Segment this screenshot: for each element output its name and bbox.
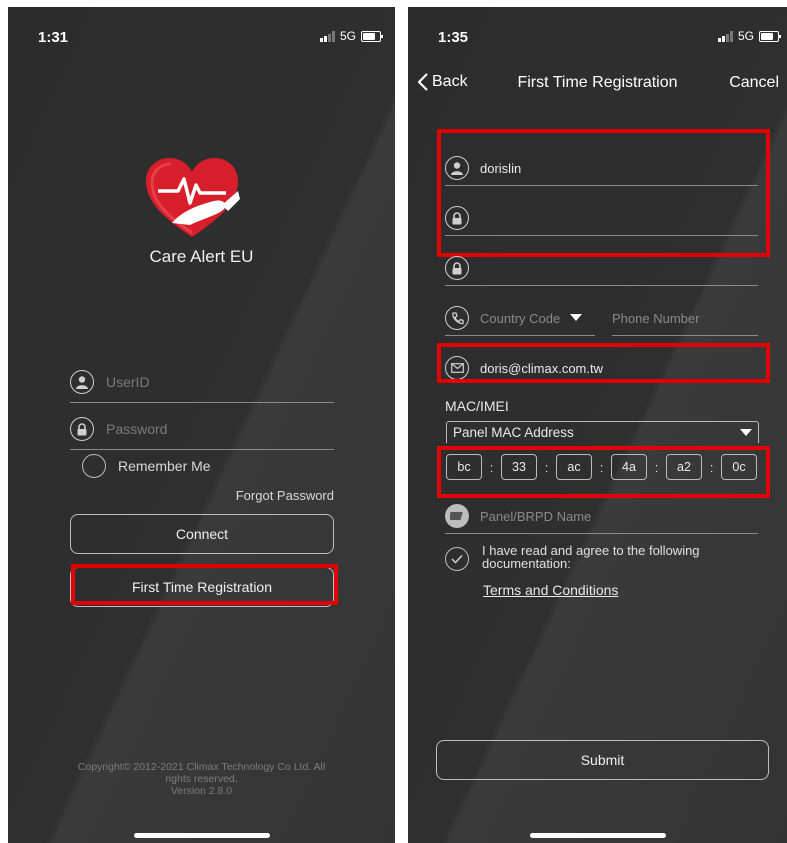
highlight-box-email [437, 343, 770, 383]
userid-field[interactable]: UserID [70, 362, 334, 403]
network-label: 5G [339, 29, 356, 43]
status-time: 1:31 [38, 29, 69, 46]
app-name: Care Alert EU [149, 247, 254, 266]
panel-name-placeholder: Panel/BRPD Name [480, 508, 592, 524]
highlight-box-credentials [437, 129, 770, 257]
remember-me-radio[interactable] [82, 454, 106, 478]
panel-name-field[interactable]: Panel/BRPD Name [445, 499, 758, 534]
caret-down-icon [570, 314, 583, 321]
home-indicator [133, 833, 270, 838]
cancel-button[interactable]: Cancel [729, 74, 779, 92]
remember-me[interactable]: Remember Me [70, 454, 211, 478]
caret-down-icon [740, 428, 752, 436]
lock-icon [445, 256, 469, 280]
status-bar-right: 5G [717, 29, 781, 43]
userid-placeholder: UserID [106, 374, 150, 390]
battery-icon [759, 30, 781, 42]
lock-icon [70, 417, 94, 441]
agree-line-2: documentation: [482, 556, 571, 571]
copyright-line-1: Copyright© 2012-2021 Climax Technology C… [77, 761, 326, 773]
forgot-password-link[interactable]: Forgot Password [236, 488, 334, 503]
agree-checkbox[interactable] [445, 547, 469, 571]
password-placeholder: Password [106, 421, 168, 437]
mac-type-value: Panel MAC Address [453, 425, 574, 440]
home-indicator [529, 833, 666, 838]
user-icon [70, 370, 94, 394]
status-bar-right: 5G [319, 29, 383, 43]
registration-screen: 1:35 5G Back First Time Registration Can… [408, 7, 787, 843]
battery-icon [361, 30, 383, 42]
agree-text: I have read and agree to the following d… [482, 544, 742, 570]
country-code-field[interactable]: Country Code [445, 301, 595, 336]
copyright-line-2: rights reserved. [165, 773, 238, 785]
phone-number-placeholder: Phone Number [612, 310, 700, 326]
status-time: 1:35 [438, 29, 469, 46]
panel-icon [445, 504, 469, 528]
care-alert-logo [146, 158, 240, 237]
highlight-box [71, 564, 338, 605]
phone-number-field[interactable]: Phone Number [612, 301, 758, 336]
nav-bar: Back First Time Registration Cancel [408, 69, 787, 99]
highlight-box-mac [437, 446, 770, 498]
login-screen: 1:31 5G Care Alert EU UserID Password Re… [8, 7, 395, 843]
signal-icon [319, 30, 335, 42]
version-label: Version 2.8.0 [170, 785, 233, 797]
mac-type-select[interactable]: Panel MAC Address [446, 421, 759, 443]
checkmark-icon [451, 554, 463, 564]
terms-link[interactable]: Terms and Conditions [483, 582, 618, 598]
mac-imei-label: MAC/IMEI [445, 398, 509, 414]
confirm-password-field[interactable] [445, 251, 758, 286]
phone-icon [445, 306, 469, 330]
remember-me-label: Remember Me [118, 458, 211, 474]
network-label: 5G [737, 29, 754, 43]
password-field[interactable]: Password [70, 409, 334, 450]
copyright: Copyright© 2012-2021 Climax Technology C… [8, 761, 395, 797]
country-code-placeholder: Country Code [480, 310, 561, 326]
connect-button[interactable]: Connect [70, 514, 334, 554]
submit-button[interactable]: Submit [436, 740, 769, 780]
signal-icon [717, 30, 733, 42]
